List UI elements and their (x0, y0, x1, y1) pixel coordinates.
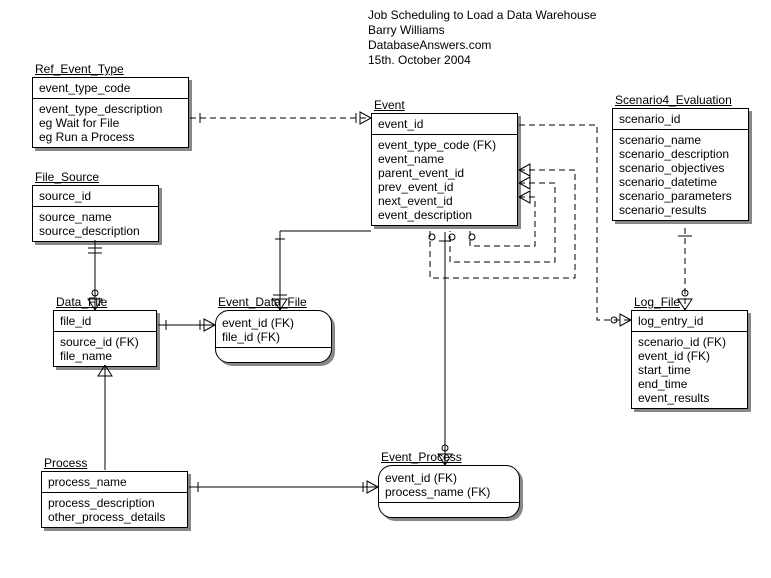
entity-title: Event (374, 98, 405, 112)
entity-pk: event_id (372, 114, 517, 135)
header-site: DatabaseAnswers.com (368, 38, 596, 53)
attr-field: eg Wait for File (39, 116, 182, 130)
attr-field: source_description (39, 224, 152, 238)
header-author: Barry Williams (368, 23, 596, 38)
entity-title: Event_Data_File (218, 295, 307, 309)
entity-pk: file_id (54, 311, 156, 332)
entity-event-process: Event_Process event_id (FK) process_name… (378, 465, 520, 518)
attr-field: parent_event_id (378, 166, 511, 180)
entity-attrs: source_name source_description (33, 207, 158, 241)
entity-attrs: scenario_name scenario_description scena… (613, 130, 748, 220)
attr-field: event_description (378, 208, 511, 222)
attr-field: eg Run a Process (39, 130, 182, 144)
diagram-header: Job Scheduling to Load a Data Warehouse … (368, 8, 596, 68)
entity-attrs (379, 502, 519, 517)
attr-field: scenario_datetime (619, 175, 742, 189)
entity-title: Process (44, 456, 87, 470)
entity-title: Log_File (634, 295, 680, 309)
pk-field: event_id (FK) (385, 471, 513, 485)
entity-pk: scenario_id (613, 109, 748, 130)
attr-field: event_name (378, 152, 511, 166)
entity-process: Process process_name process_description… (41, 471, 188, 528)
attr-field: scenario_name (619, 133, 742, 147)
entity-scenario4-evaluation: Scenario4_Evaluation scenario_id scenari… (612, 108, 749, 221)
pk-field: scenario_id (619, 112, 742, 126)
entity-attrs: event_type_code (FK) event_name parent_e… (372, 135, 517, 225)
entity-attrs: event_type_description eg Wait for File … (33, 99, 188, 147)
entity-data-file: Data_File file_id source_id (FK) file_na… (53, 310, 157, 367)
entity-file-source: File_Source source_id source_name source… (32, 185, 159, 242)
entity-attrs: process_description other_process_detail… (42, 493, 187, 527)
entity-title: Ref_Event_Type (35, 62, 124, 76)
attr-field: next_event_id (378, 194, 511, 208)
entity-pk: source_id (33, 186, 158, 207)
pk-field: source_id (39, 189, 152, 203)
attr-field: other_process_details (48, 510, 181, 524)
pk-field: log_entry_id (638, 314, 741, 328)
entity-pk: event_id (FK) file_id (FK) (216, 311, 331, 347)
attr-field: scenario_results (619, 203, 742, 217)
attr-field: event_results (638, 391, 741, 405)
attr-field: scenario_objectives (619, 161, 742, 175)
entity-log-file: Log_File log_entry_id scenario_id (FK) e… (631, 310, 748, 409)
attr-field: scenario_id (FK) (638, 335, 741, 349)
entity-event: Event event_id event_type_code (FK) even… (371, 113, 518, 226)
attr-field: end_time (638, 377, 741, 391)
pk-field: event_id (378, 117, 511, 131)
pk-field: file_id (FK) (222, 330, 325, 344)
attr-field: event_id (FK) (638, 349, 741, 363)
entity-title: Event_Process (381, 450, 462, 464)
entity-pk: process_name (42, 472, 187, 493)
entity-pk: event_id (FK) process_name (FK) (379, 466, 519, 502)
attr-field: source_id (FK) (60, 335, 150, 349)
entity-ref-event-type: Ref_Event_Type event_type_code event_typ… (32, 77, 189, 148)
pk-field: event_type_code (39, 81, 182, 95)
pk-field: process_name (48, 475, 181, 489)
entity-title: Data_File (56, 295, 107, 309)
pk-field: process_name (FK) (385, 485, 513, 499)
header-date: 15th. October 2004 (368, 53, 596, 68)
attr-field: source_name (39, 210, 152, 224)
entity-attrs: scenario_id (FK) event_id (FK) start_tim… (632, 332, 747, 408)
entity-title: File_Source (35, 170, 99, 184)
pk-field: file_id (60, 314, 150, 328)
entity-pk: event_type_code (33, 78, 188, 99)
entity-title: Scenario4_Evaluation (615, 93, 732, 107)
attr-field: process_description (48, 496, 181, 510)
attr-field: file_name (60, 349, 150, 363)
entity-event-data-file: Event_Data_File event_id (FK) file_id (F… (215, 310, 332, 363)
attr-field: start_time (638, 363, 741, 377)
attr-field: event_type_code (FK) (378, 138, 511, 152)
pk-field: event_id (FK) (222, 316, 325, 330)
attr-field: scenario_parameters (619, 189, 742, 203)
entity-attrs: source_id (FK) file_name (54, 332, 156, 366)
header-title: Job Scheduling to Load a Data Warehouse (368, 8, 596, 23)
attr-field: event_type_description (39, 102, 182, 116)
attr-field: prev_event_id (378, 180, 511, 194)
attr-field: scenario_description (619, 147, 742, 161)
entity-pk: log_entry_id (632, 311, 747, 332)
entity-attrs (216, 347, 331, 362)
